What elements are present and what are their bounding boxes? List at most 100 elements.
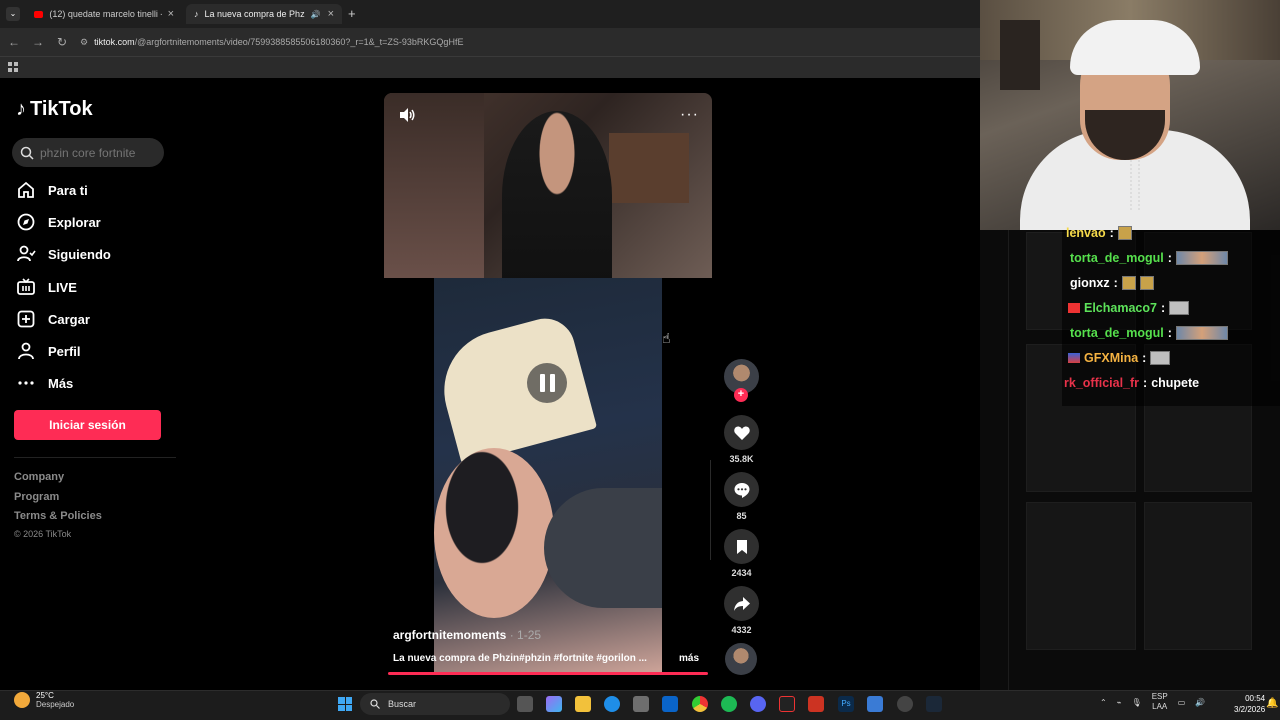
forward-arrow-icon[interactable]: → [26, 35, 50, 49]
emote-icon [1175, 326, 1228, 340]
tiktok-favicon-icon: ♪ [194, 9, 199, 19]
browser-tab-youtube[interactable]: (12) quedate marcelo tinelli - Yo × [26, 4, 182, 24]
footer-link-program[interactable]: Program [14, 491, 59, 503]
tiktok-note-icon: ♪ [16, 98, 26, 120]
taskbar-search[interactable]: Buscar [360, 693, 510, 715]
video-webcam-overlay[interactable] [384, 93, 712, 278]
task-view-icon[interactable] [517, 696, 533, 712]
pause-button[interactable] [527, 363, 567, 403]
apps-grid-icon[interactable] [8, 62, 18, 72]
chat-username: lenvao [1066, 226, 1106, 240]
store-icon[interactable] [633, 696, 649, 712]
video-date: · 1-25 [509, 628, 542, 642]
streamer-laughing-image [502, 111, 612, 278]
live-tv-icon [17, 278, 35, 295]
keyboard-layout[interactable]: ESP LAA [1152, 692, 1168, 712]
file-explorer-icon[interactable] [575, 696, 591, 712]
more-description-link[interactable]: más [679, 653, 699, 664]
room-furniture-image [609, 133, 689, 203]
outlook-icon[interactable] [662, 696, 678, 712]
share-action[interactable]: 4332 [724, 586, 759, 635]
chat-colon: : [1109, 226, 1114, 240]
notepad-icon[interactable] [867, 696, 883, 712]
nav-perfil[interactable]: Perfil [16, 338, 81, 364]
tray-mic-icon[interactable]: 🎙 [1132, 698, 1142, 707]
poster-image [1000, 20, 1040, 90]
search-input[interactable] [40, 145, 150, 160]
steam-icon[interactable] [926, 696, 942, 712]
nav-mas[interactable]: Más [16, 370, 73, 396]
nav-siguiendo[interactable]: Siguiendo [16, 241, 111, 267]
photoshop-icon[interactable]: Ps [838, 696, 854, 712]
discord-icon[interactable] [750, 696, 766, 712]
save-action[interactable]: 2434 [724, 529, 759, 578]
video-progress-bar[interactable] [388, 672, 708, 675]
video-author[interactable]: argfortnitemoments · 1-25 [393, 628, 541, 642]
tray-network-icon[interactable]: ⌁ [1117, 698, 1122, 707]
app-icon[interactable] [808, 696, 824, 712]
search-icon [20, 146, 34, 160]
video-more-menu-icon[interactable]: ··· [680, 106, 699, 124]
weather-widget[interactable]: 25°C Despejado [14, 691, 74, 709]
nav-label: Explorar [48, 214, 101, 230]
more-icon [18, 381, 34, 385]
chat-message: torta_de_mogul : [1070, 251, 1228, 265]
music-disc-button[interactable] [724, 643, 759, 675]
edge-icon[interactable] [604, 696, 620, 712]
chrome-icon[interactable] [692, 696, 708, 712]
capcut-icon[interactable] [779, 696, 795, 712]
clock-date: 3/2/2026 [1234, 705, 1266, 714]
spotify-icon[interactable] [721, 696, 737, 712]
follow-button[interactable]: + [734, 388, 748, 402]
volume-icon[interactable] [398, 106, 416, 124]
pause-icon-bar [539, 374, 545, 392]
nav-cargar[interactable]: Cargar [16, 306, 90, 332]
nav-para-ti[interactable]: Para ti [16, 177, 88, 203]
lang-variant: LAA [1152, 702, 1168, 711]
nav-live[interactable]: LIVE [16, 274, 77, 300]
url-field[interactable]: tiktok.com/@argfortnitemoments/video/759… [94, 37, 463, 47]
chat-username: GFXMina [1084, 351, 1139, 365]
close-tab-icon[interactable]: × [328, 8, 334, 20]
comment-action[interactable]: 85 [724, 472, 759, 521]
obs-icon[interactable] [897, 696, 913, 712]
notifications-bell-icon[interactable]: 🔔 [1266, 698, 1278, 709]
save-button[interactable] [724, 529, 759, 564]
chat-message: GFXMina : [1068, 351, 1171, 365]
close-tab-icon[interactable]: × [168, 8, 174, 20]
footer-link-company[interactable]: Company [14, 471, 64, 483]
video-player[interactable] [434, 278, 662, 674]
tab-list-chevron-icon[interactable]: ⌄ [6, 7, 20, 21]
copilot-icon[interactable] [546, 696, 562, 712]
search-bar[interactable] [12, 138, 164, 167]
tray-display-icon[interactable]: ▭ [1178, 698, 1186, 707]
comment-button[interactable] [724, 472, 759, 507]
login-button[interactable]: Iniciar sesión [14, 410, 161, 440]
like-action[interactable]: 35.8K [724, 415, 759, 464]
browser-tab-tiktok[interactable]: ♪ La nueva compra de Phzin 🔊 × [186, 4, 342, 24]
new-tab-button[interactable]: + [348, 6, 356, 21]
share-button[interactable] [724, 586, 759, 621]
footer-link-terms[interactable]: Terms & Policies [14, 510, 102, 522]
nav-explorar[interactable]: Explorar [16, 209, 101, 235]
weather-condition: Despejado [36, 700, 75, 709]
back-arrow-icon[interactable]: ← [2, 35, 26, 49]
chat-text: chupete [1151, 376, 1200, 390]
speaker-icon[interactable]: 🔊 [311, 10, 321, 19]
video-description: La nueva compra de Phzin#phzin #fortnite… [393, 653, 647, 664]
nav-label: Para ti [48, 182, 88, 198]
tray-volume-icon[interactable]: 🔊 [1195, 698, 1205, 707]
taskbar-clock[interactable]: 00:54 3/2/2026 [1234, 693, 1265, 715]
emote-icon [1121, 276, 1136, 290]
chat-message: lenvao : [1066, 226, 1132, 240]
windows-start-icon[interactable] [338, 697, 352, 711]
tiktok-logo[interactable]: ♪ TikTok [16, 98, 93, 121]
tray-chevron-up-icon[interactable]: ⌃ [1100, 698, 1107, 707]
address-bar: ← → ↻ ⚙ tiktok.com/@argfortnitemoments/v… [0, 28, 980, 56]
car-seat-image [544, 488, 662, 608]
bookmark-icon [736, 539, 747, 554]
reload-icon[interactable]: ↻ [50, 35, 74, 49]
site-info-icon[interactable]: ⚙ [80, 37, 88, 48]
weather-sun-icon [14, 692, 30, 708]
like-button[interactable] [724, 415, 759, 450]
